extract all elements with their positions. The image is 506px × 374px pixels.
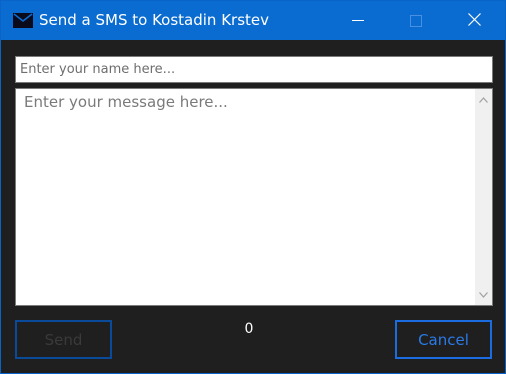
message-area <box>15 88 493 306</box>
send-button[interactable]: Send <box>15 320 112 359</box>
sms-dialog-window: Send a SMS to Kostadin Krstev Enter your… <box>0 0 506 374</box>
envelope-icon <box>13 13 33 28</box>
minimize-button[interactable] <box>329 1 387 40</box>
send-button-label: Send <box>44 330 83 349</box>
scroll-up-icon[interactable] <box>475 91 492 108</box>
cancel-button[interactable]: Cancel <box>395 320 492 359</box>
name-input[interactable] <box>15 56 493 83</box>
message-scrollbar[interactable] <box>475 89 492 305</box>
character-counter: 0 <box>244 321 254 337</box>
minimize-icon <box>352 20 364 21</box>
close-button[interactable] <box>445 1 503 40</box>
message-input[interactable] <box>16 89 476 305</box>
scroll-down-icon[interactable] <box>475 286 492 303</box>
maximize-icon <box>410 14 422 27</box>
close-icon <box>467 11 481 30</box>
window-title: Send a SMS to Kostadin Krstev <box>39 11 270 29</box>
title-bar[interactable]: Send a SMS to Kostadin Krstev <box>1 1 505 40</box>
maximize-button[interactable] <box>387 1 445 40</box>
cancel-button-label: Cancel <box>418 330 469 349</box>
